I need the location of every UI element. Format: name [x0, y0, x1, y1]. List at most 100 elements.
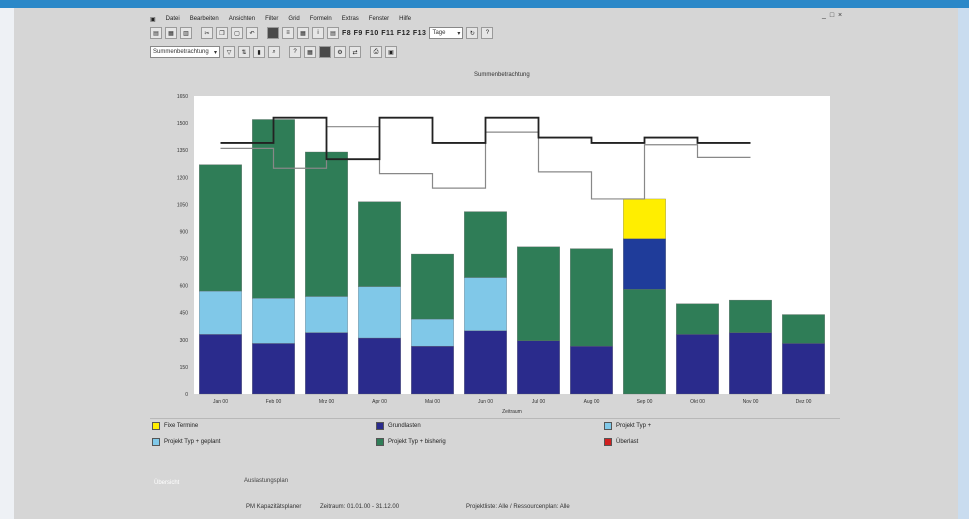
right-scroll-strip: [958, 8, 969, 519]
refresh-icon[interactable]: ↻: [466, 27, 479, 39]
top-accent-bar: [0, 0, 969, 8]
paste-icon[interactable]: ▢: [231, 27, 243, 39]
funnel-icon[interactable]: [319, 46, 331, 58]
bar-segment: [305, 151, 348, 297]
view-combo[interactable]: Summenbetrachtung ▾: [150, 46, 220, 58]
menu-item-help[interactable]: Hilfe: [399, 16, 411, 22]
y-tick-label: 1350: [177, 148, 188, 154]
chevron-down-icon: ▾: [457, 30, 461, 37]
view-toolbar: Summenbetrachtung ▾ ▽ ⇅ ▮ ⌕ ? ▦ ⚙ ⇄ ⎙ ▣: [150, 44, 397, 60]
app-icon[interactable]: ▣: [150, 16, 156, 23]
bar-segment: [782, 314, 825, 344]
legend-swatch: [152, 438, 160, 446]
left-margin: [0, 8, 14, 519]
export-icon[interactable]: ▣: [385, 46, 397, 58]
main-toolbar: ▤ ▦ ▥ ✂ ❐ ▢ ↶ ≡ ▦ i ▤ F8 F9 F10 F11 F12 …: [150, 25, 494, 41]
x-axis-label: Zeitraum: [502, 409, 522, 415]
bar-segment: [199, 334, 242, 395]
x-tick-label: Sep 00: [637, 399, 653, 405]
copy-icon[interactable]: ❐: [216, 27, 228, 39]
x-tick-label: Apr 00: [372, 399, 387, 405]
bar-segment: [464, 211, 507, 278]
bar-segment: [305, 296, 348, 333]
menu-item-filter[interactable]: Filter: [265, 16, 278, 22]
menu-item-grid[interactable]: Grid: [288, 16, 299, 22]
x-tick-label: Okt 00: [690, 399, 705, 405]
bar-segment: [623, 289, 666, 395]
undo-icon[interactable]: ↶: [246, 27, 258, 39]
x-tick-label: Jun 00: [478, 399, 493, 405]
bar-segment: [729, 332, 772, 395]
menu-item-window[interactable]: Fenster: [369, 16, 389, 22]
list-icon[interactable]: ≡: [282, 27, 294, 39]
sort-icon[interactable]: ⇅: [238, 46, 250, 58]
y-tick-label: 1050: [177, 202, 188, 208]
bar-segment: [252, 298, 295, 344]
y-tick-label: 1500: [177, 121, 188, 127]
bar-segment: [358, 286, 401, 339]
print-icon[interactable]: ⎙: [370, 46, 382, 58]
menu-item-edit[interactable]: Bearbeiten: [190, 16, 219, 22]
new-file-icon[interactable]: ▤: [150, 27, 162, 39]
chart-bar-icon[interactable]: ▮: [253, 46, 265, 58]
bar-segment: [676, 303, 719, 335]
menu-item-file[interactable]: Datei: [166, 16, 180, 22]
help-icon[interactable]: ?: [481, 27, 494, 39]
calculator-icon[interactable]: ▤: [327, 27, 339, 39]
x-tick-label: Jan 00: [213, 399, 228, 405]
query-icon[interactable]: ?: [289, 46, 301, 58]
filter-icon[interactable]: ▽: [223, 46, 235, 58]
grid-icon[interactable]: ▦: [304, 46, 316, 58]
workload-chart: 0 150 300 450 600 750 900 1050 1200 1350 1500 1650 J…: [177, 94, 830, 415]
y-tick-label: 150: [180, 365, 189, 371]
tab-overview[interactable]: Übersicht: [154, 480, 208, 490]
menu-item-extras[interactable]: Extras: [342, 16, 359, 22]
y-tick-label: 450: [180, 311, 189, 317]
open-file-icon[interactable]: ▦: [165, 27, 177, 39]
bar-segment: [517, 246, 560, 341]
legend-item: Überlast: [604, 438, 638, 446]
y-tick-label: 0: [185, 392, 188, 398]
cut-icon[interactable]: ✂: [201, 27, 213, 39]
bar-segment: [252, 119, 295, 299]
status-filter: Projektliste: Alle / Ressourcenplan: All…: [466, 504, 570, 510]
table-icon[interactable]: ▦: [297, 27, 309, 39]
window-controls[interactable]: _ □ ×: [822, 12, 843, 19]
y-tick-label: 900: [180, 229, 189, 235]
function-keys[interactable]: F8 F9 F10 F11 F12 F13: [342, 30, 426, 37]
marker-icon[interactable]: [267, 27, 279, 39]
bar-segment: [411, 345, 454, 395]
y-tick-label: 1650: [177, 94, 188, 100]
menu-item-view[interactable]: Ansichten: [229, 16, 255, 22]
info-icon[interactable]: i: [312, 27, 324, 39]
zoom-icon[interactable]: ⌕: [268, 46, 280, 58]
settings-icon[interactable]: ⚙: [334, 46, 346, 58]
bar-segment: [199, 164, 242, 292]
bar-segment: [305, 332, 348, 395]
status-app: PM Kapazitätsplaner: [246, 504, 302, 510]
bar-segment: [358, 201, 401, 287]
bar-segment: [199, 290, 242, 335]
menu-item-formulas[interactable]: Formeln: [310, 16, 332, 22]
legend-swatch: [604, 438, 612, 446]
y-tick-label: 300: [180, 338, 189, 344]
legend-swatch: [376, 422, 384, 430]
x-tick-label: Aug 00: [584, 399, 600, 405]
x-tick-label: Mai 00: [425, 399, 440, 405]
bar-segment: [623, 238, 666, 290]
legend-swatch: [376, 438, 384, 446]
legend-item: Projekt Typ + bisherig: [376, 438, 446, 446]
bar-segment: [411, 253, 454, 320]
bar-segment: [358, 337, 401, 395]
period-combo[interactable]: Tage ▾: [429, 27, 464, 39]
bar-segment: [411, 318, 454, 347]
bar-segment: [252, 343, 295, 395]
legend-swatch: [152, 422, 160, 430]
bar-segment: [517, 340, 560, 395]
x-tick-label: Jul 00: [532, 399, 546, 405]
y-tick-label: 1200: [177, 175, 188, 181]
legend-swatch: [604, 422, 612, 430]
legend-item: Projekt Typ + geplant: [152, 438, 220, 446]
swap-icon[interactable]: ⇄: [349, 46, 361, 58]
save-icon[interactable]: ▥: [180, 27, 192, 39]
